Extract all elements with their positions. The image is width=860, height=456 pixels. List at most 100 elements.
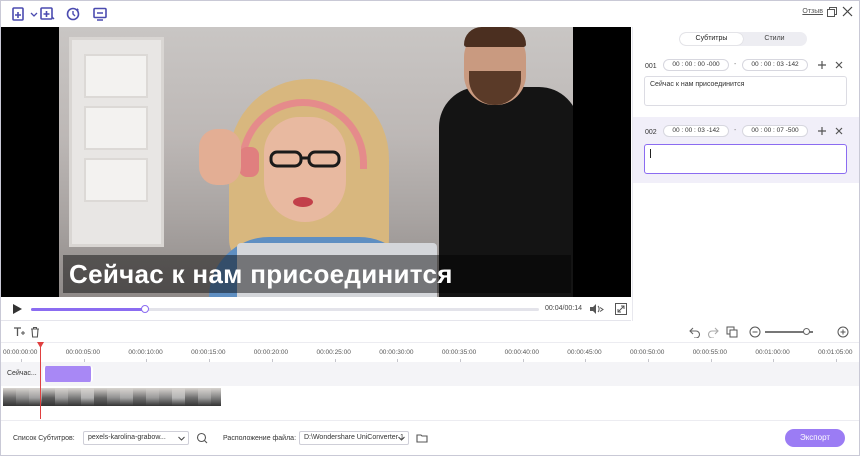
filmstrip-frame <box>94 388 107 406</box>
copy-icon[interactable] <box>726 326 738 338</box>
feedback-link[interactable]: Отзыв <box>802 8 823 15</box>
timeline-ruler[interactable]: 00:00:00:00 00:00:05:00 00:00:10:00 00:00:1… <box>1 342 859 363</box>
zoom-in-icon[interactable] <box>837 326 849 338</box>
tab-subtitles[interactable]: Субтитры <box>680 33 743 45</box>
filmstrip-frame <box>16 388 29 406</box>
subtitle-text-field-active[interactable] <box>644 144 847 174</box>
zoom-handle[interactable] <box>802 328 810 335</box>
subtitle-panel: Субтитры Стили 001 00 : 00 : 00 -000 - 0… <box>632 27 859 321</box>
subtitle-list-label: Список Субтитров: <box>13 435 75 442</box>
search-icon[interactable] <box>196 432 208 444</box>
ruler-tick-label: 00:00:00:00 <box>3 349 38 356</box>
export-button[interactable]: Экспорт <box>785 429 845 447</box>
panel-tabs: Субтитры Стили <box>679 32 807 46</box>
filmstrip-frame <box>55 388 68 406</box>
progress-fill <box>31 308 146 311</box>
file-location-label: Расположение файла: <box>223 435 297 442</box>
auto-generate-icon[interactable] <box>65 6 81 22</box>
file-location-value: D:\Wondershare UniConverter 1 <box>304 434 404 441</box>
file-location-select[interactable]: D:\Wondershare UniConverter 1 <box>299 431 409 445</box>
filmstrip-frame <box>133 388 146 406</box>
filmstrip-frame <box>107 388 120 406</box>
end-time-field[interactable]: 00 : 00 : 07 -500 <box>742 125 808 137</box>
video-track <box>1 386 859 408</box>
start-time-field[interactable]: 00 : 00 : 00 -000 <box>663 59 729 71</box>
redo-icon[interactable] <box>707 326 719 339</box>
subtitle-clip[interactable] <box>43 366 93 382</box>
filmstrip-frame <box>68 388 81 406</box>
subtitle-file-value: pexels-karolina-grabow... <box>88 434 166 441</box>
entry-number: 001 <box>645 63 657 70</box>
volume-icon[interactable] <box>589 303 605 315</box>
filmstrip-frame <box>172 388 185 406</box>
delete-entry-icon[interactable] <box>834 126 844 136</box>
filmstrip-frame <box>42 388 55 406</box>
filmstrip-frame <box>81 388 94 406</box>
ruler-tick-label: 00:01:00:00 <box>755 349 790 356</box>
playhead[interactable] <box>40 345 41 419</box>
video-filmstrip[interactable] <box>3 388 221 406</box>
trash-icon[interactable] <box>29 326 41 338</box>
subtitle-entry-1[interactable]: 001 00 : 00 : 00 -000 - 00 : 00 : 03 -14… <box>633 55 859 113</box>
add-entry-icon[interactable] <box>817 126 827 136</box>
progress-handle[interactable] <box>141 305 150 313</box>
glasses <box>269 150 341 168</box>
entry-number: 002 <box>645 129 657 136</box>
filmstrip-frame <box>211 388 221 406</box>
chevron-down-icon[interactable] <box>26 6 38 22</box>
undo-icon[interactable] <box>689 326 701 339</box>
ruler-tick-label: 00:00:30:00 <box>379 349 414 356</box>
time-separator: - <box>734 61 737 68</box>
ruler-tick-label: 00:00:05:00 <box>65 349 101 356</box>
subtitle-overlay: Сейчас к нам присоединится <box>63 255 571 293</box>
ruler-tick-label: 00:00:10:00 <box>128 349 163 356</box>
filmstrip-frame <box>185 388 198 406</box>
filmstrip-frame <box>159 388 172 406</box>
ruler-tick-label: 00:00:50:00 <box>630 349 665 356</box>
text-caret <box>650 149 651 158</box>
chevron-down-icon <box>398 435 405 441</box>
time-separator: - <box>734 127 737 134</box>
filmstrip-frame <box>120 388 133 406</box>
chevron-down-icon <box>178 435 185 441</box>
add-file-icon[interactable] <box>11 6 27 22</box>
add-text-icon[interactable] <box>13 326 25 338</box>
filmstrip-frame <box>146 388 159 406</box>
play-icon[interactable] <box>11 303 23 315</box>
add-entry-icon[interactable] <box>817 60 827 70</box>
ruler-tick-label: 00:00:40:00 <box>504 349 539 356</box>
timeline-toolbar <box>1 322 859 342</box>
add-subtitle-icon[interactable] <box>39 6 55 22</box>
start-time-field[interactable]: 00 : 00 : 03 -142 <box>663 125 729 137</box>
hand <box>199 129 241 185</box>
video-preview[interactable]: Сейчас к нам присоединится <box>1 27 631 297</box>
bottom-bar: Список Субтитров: pexels-karolina-grabow… <box>1 420 859 455</box>
subtitle-editor-icon[interactable] <box>92 6 108 22</box>
close-icon[interactable] <box>842 6 853 17</box>
ruler-tick-label: 00:01:05:00 <box>818 349 853 356</box>
player-controls: 00:04/00:14 <box>1 297 631 321</box>
zoom-out-icon[interactable] <box>749 326 761 338</box>
subtitle-text-field[interactable]: Сейчас к нам присоединится <box>644 76 847 106</box>
restore-window-icon[interactable] <box>827 7 837 17</box>
subtitle-track: Сейчас... <box>1 362 859 386</box>
fullscreen-icon[interactable] <box>615 303 627 315</box>
delete-entry-icon[interactable] <box>834 60 844 70</box>
ruler-tick-label: 00:00:55:00 <box>692 349 728 356</box>
subtitle-file-select[interactable]: pexels-karolina-grabow... <box>83 431 189 445</box>
ruler-tick-label: 00:00:45:00 <box>567 349 602 356</box>
tab-styles[interactable]: Стили <box>743 33 806 45</box>
folder-icon[interactable] <box>416 432 428 444</box>
subtitle-track-label: Сейчас... <box>7 370 37 377</box>
top-toolbar: Отзыв <box>1 1 859 27</box>
ruler-tick-label: 00:00:20:00 <box>253 349 289 356</box>
subtitle-entry-2[interactable]: 002 00 : 00 : 03 -142 - 00 : 00 : 07 -50… <box>633 117 859 183</box>
background-door <box>69 37 164 247</box>
filmstrip-frame <box>198 388 211 406</box>
filmstrip-frame <box>3 388 16 406</box>
time-readout: 00:04/00:14 <box>545 305 582 312</box>
progress-bar[interactable] <box>31 305 539 313</box>
end-time-field[interactable]: 00 : 00 : 03 -142 <box>742 59 808 71</box>
ruler-tick-label: 00:00:25:00 <box>316 349 351 356</box>
ruler-tick-label: 00:00:35:00 <box>441 349 477 356</box>
